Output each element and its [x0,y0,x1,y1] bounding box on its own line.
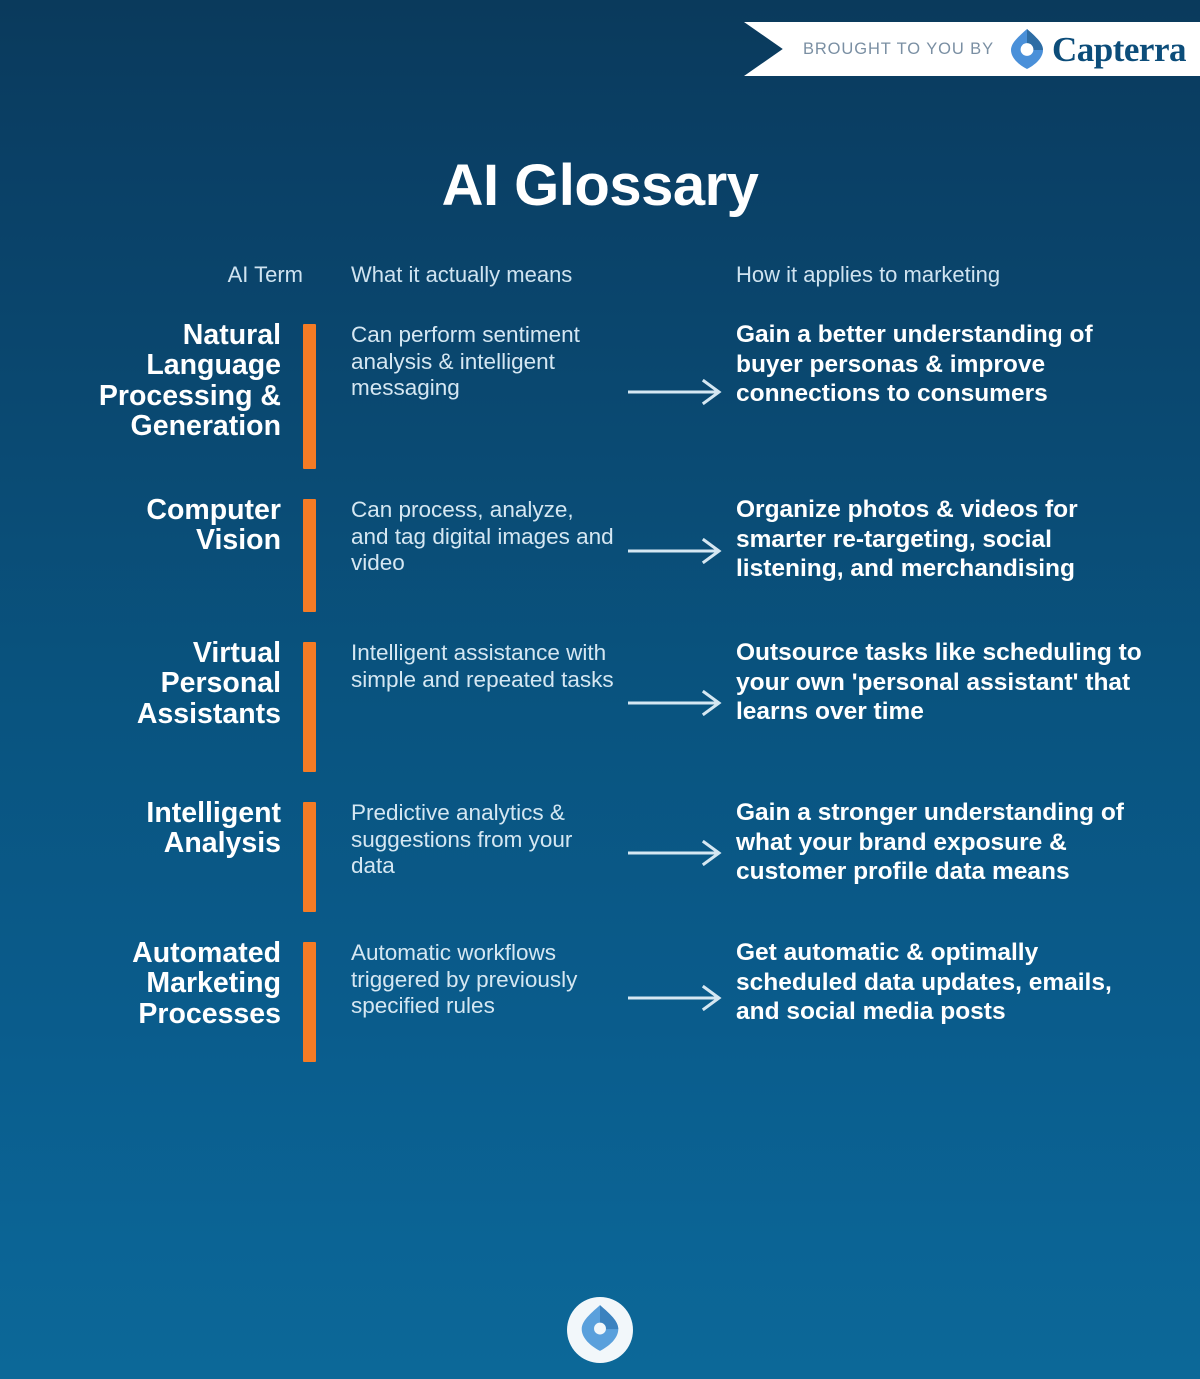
accent-bar-cell [303,320,351,469]
orange-accent-bar [303,942,316,1062]
arrow-cell [616,689,736,721]
capterra-diamond-icon [580,1304,620,1357]
accent-bar-cell [303,495,351,612]
table-header-row: AI Term What it actually means How it ap… [88,262,1148,298]
marketing-text: Gain a stronger understanding of what yo… [736,799,1124,886]
arrow-cell [616,839,736,871]
term-label: Intelligent Analysis [146,797,281,860]
table-rows: Natural Language Processing & Generation… [88,320,1148,1062]
accent-bar-cell [303,638,351,772]
glossary-table: AI Term What it actually means How it ap… [88,262,1148,1062]
meaning-text: Intelligent assistance with simple and r… [351,640,614,692]
arrow-cell [616,984,736,1016]
accent-bar-cell [303,798,351,912]
meaning-text: Can process, analyze, and tag digital im… [351,497,614,576]
orange-accent-bar [303,802,316,912]
arrow-right-icon [626,689,726,721]
marketing-text: Outsource tasks like scheduling to your … [736,639,1142,726]
meaning-text: Predictive analytics & suggestions from … [351,800,573,879]
column-header-meaning: What it actually means [351,262,573,287]
banner-label: BROUGHT TO YOU BY [802,39,994,58]
orange-accent-bar [303,499,316,612]
arrow-cell [616,537,736,569]
capterra-diamond-icon [1010,28,1044,70]
capterra-logo: Capterra [1010,28,1187,70]
column-header-marketing: How it applies to marketing [736,262,1001,287]
term-label: Virtual Personal Assistants [136,637,281,730]
accent-bar-cell [303,938,351,1062]
meaning-text: Automatic workflows triggered by previou… [351,940,578,1019]
table-row: Virtual Personal Assistants Intelligent a… [88,638,1148,772]
table-row: Automated Marketing Processes Automatic w… [88,938,1148,1062]
column-header-term: AI Term [227,262,303,287]
arrow-right-icon [626,537,726,569]
arrow-right-icon [626,378,726,410]
meaning-text: Can perform sentiment analysis & intelli… [351,322,580,401]
marketing-text: Organize photos & videos for smarter re-… [736,496,1078,583]
arrow-right-icon [626,839,726,871]
term-label: Natural Language Processing & Generation [98,319,281,443]
page-title: AI Glossary [441,153,759,218]
orange-accent-bar [303,324,316,469]
arrow-cell [616,378,736,410]
term-label: Automated Marketing Processes [132,937,281,1030]
table-row: Natural Language Processing & Generation… [88,320,1148,469]
marketing-text: Gain a better understanding of buyer per… [736,321,1093,408]
brought-to-you-banner: BROUGHT TO YOU BY Capterra [744,22,1200,76]
term-label: Computer Vision [146,494,281,557]
footer-capterra-logo [567,1297,633,1363]
table-row: Intelligent Analysis Predictive analytics… [88,798,1148,912]
orange-accent-bar [303,642,316,772]
capterra-wordmark: Capterra [1051,29,1187,69]
banner-ribbon: BROUGHT TO YOU BY Capterra [744,22,1200,76]
arrow-right-icon [626,984,726,1016]
table-row: Computer Vision Can process, analyze, and… [88,495,1148,612]
marketing-text: Get automatic & optimally scheduled data… [736,939,1112,1026]
